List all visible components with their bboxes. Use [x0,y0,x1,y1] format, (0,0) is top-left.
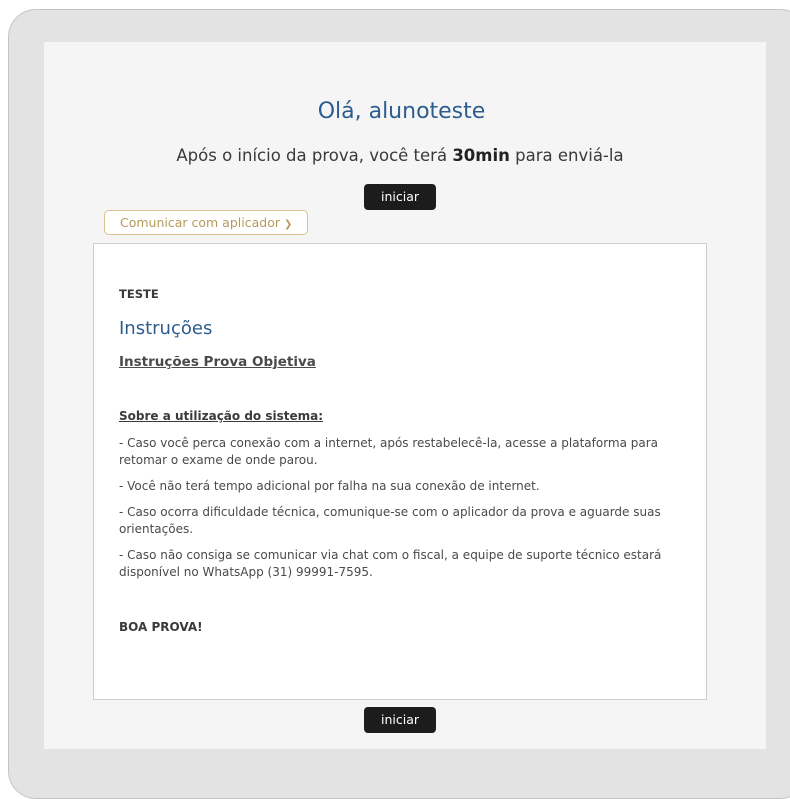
timer-notice: Após o início da prova, você terá 30min … [44,146,756,165]
system-usage-heading: Sobre a utilização do sistema: [119,409,324,423]
exam-start-screen: Olá, alunoteste Após o início da prova, … [44,42,766,749]
greeting-heading: Olá, alunoteste [317,99,486,124]
instruction-paragraph: - Você não terá tempo adicional por falh… [119,479,540,493]
start-exam-button-bottom[interactable]: iniciar [364,707,436,733]
communicate-label: Comunicar com aplicador [120,215,280,230]
timer-duration: 30min [452,146,510,165]
communicate-with-proctor-dropdown[interactable]: Comunicar com aplicador ❯ [104,210,308,235]
instruction-paragraph: - Caso você perca conexão com a internet… [119,436,659,467]
exam-name: TESTE [119,287,159,301]
chevron-down-icon: ❯ [283,219,293,230]
closing-message: BOA PROVA! [119,620,203,634]
timer-notice-suffix: para enviá-la [515,146,624,165]
instructions-title: Instruções [119,318,213,339]
timer-notice-prefix: Após o início da prova, você terá [176,146,448,165]
instruction-paragraph: - Caso não consiga se comunicar via chat… [119,548,662,579]
instructions-content: TESTE Instruções Instruções Prova Objeti… [119,286,664,636]
instructions-subtitle: Instruções Prova Objetiva [119,354,316,370]
instructions-panel: TESTE Instruções Instruções Prova Objeti… [93,243,707,700]
start-exam-button-top[interactable]: iniciar [364,184,436,210]
instruction-paragraph: - Caso ocorra dificuldade técnica, comun… [119,505,661,536]
